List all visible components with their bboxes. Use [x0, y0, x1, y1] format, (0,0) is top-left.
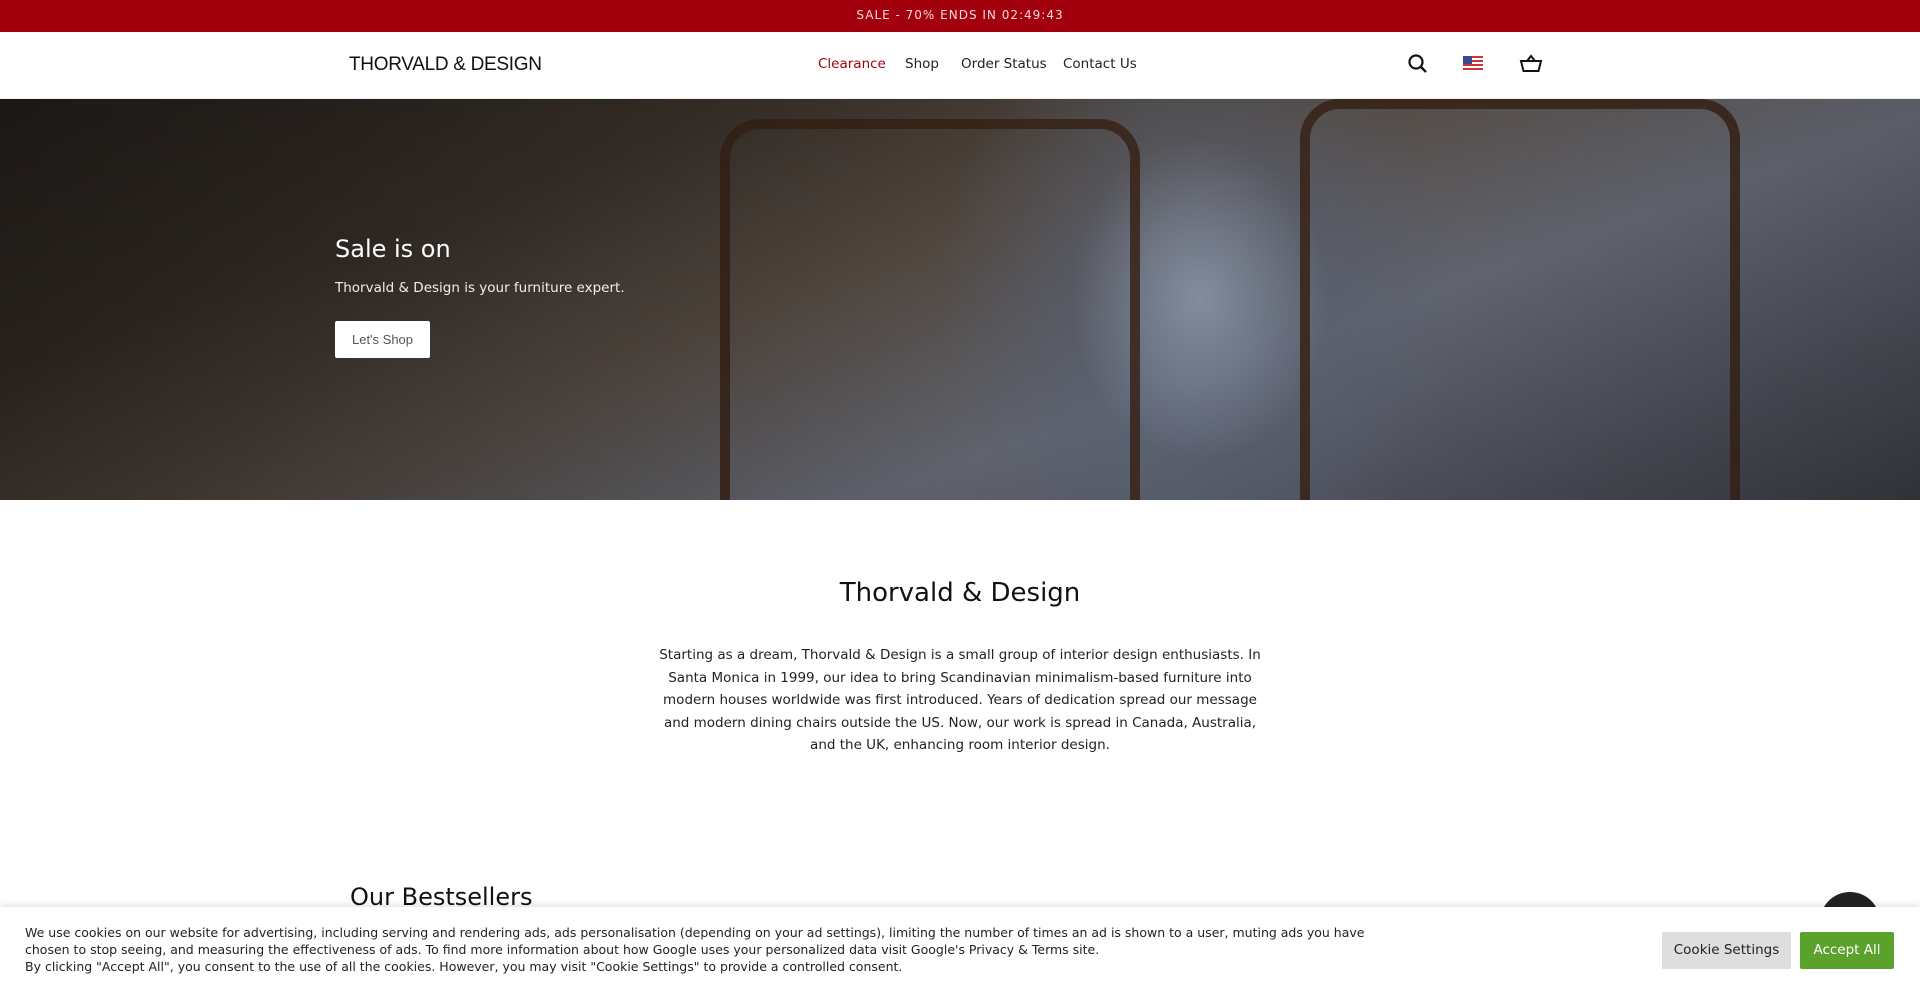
cookie-settings-button[interactable]: Cookie Settings [1662, 932, 1791, 969]
about-title: Thorvald & Design [839, 578, 1081, 608]
hero-subtitle: Thorvald & Design is your furniture expe… [335, 280, 625, 296]
cookie-text-line2: By clicking "Accept All", you consent to… [25, 959, 903, 974]
cart-icon[interactable] [1519, 52, 1543, 80]
nav-shop[interactable]: Shop [905, 56, 939, 72]
us-flag-icon[interactable] [1463, 56, 1483, 75]
cookie-banner: We use cookies on our website for advert… [0, 907, 1920, 993]
accept-all-button[interactable]: Accept All [1800, 932, 1894, 969]
nav-order-status[interactable]: Order Status [961, 56, 1047, 72]
cookie-text: We use cookies on our website for advert… [25, 924, 1365, 975]
announcement-bar: SALE - 70% ENDS IN 02:49:43 [0, 0, 1920, 32]
logo[interactable]: THORVALD & DESIGN [349, 54, 542, 76]
lets-shop-button[interactable]: Let's Shop [335, 321, 430, 358]
nav-contact-us[interactable]: Contact Us [1063, 56, 1137, 72]
about-text: Starting as a dream, Thorvald & Design i… [659, 647, 1261, 753]
hero-banner: Sale is on Thorvald & Design is your fur… [0, 99, 1920, 500]
search-icon[interactable] [1407, 52, 1429, 80]
nav-clearance[interactable]: Clearance [818, 56, 886, 72]
hero-title: Sale is on [335, 235, 451, 263]
announcement-text: SALE - 70% ENDS IN 02:49:43 [856, 8, 1064, 22]
cookie-text-line1: We use cookies on our website for advert… [25, 925, 1365, 957]
site-header: THORVALD & DESIGN Clearance Shop Order S… [0, 32, 1920, 99]
